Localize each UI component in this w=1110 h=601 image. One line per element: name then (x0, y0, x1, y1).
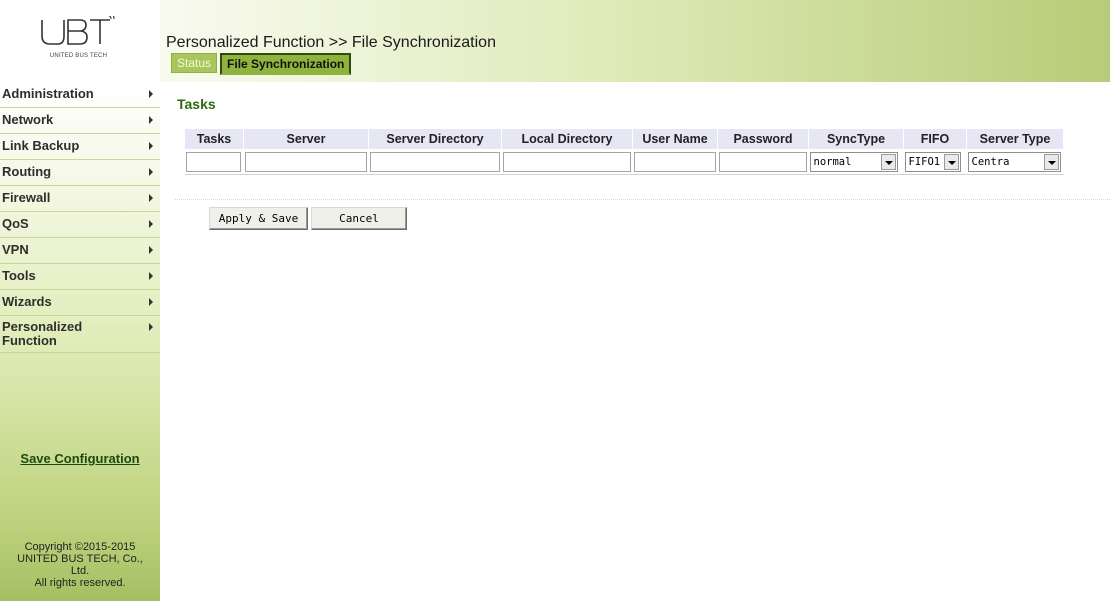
fifo-select[interactable]: FIFO1 (904, 152, 961, 172)
chevron-down-icon[interactable] (1043, 154, 1059, 170)
tasks-input[interactable] (185, 152, 241, 172)
section-title: Tasks (177, 96, 216, 112)
header-bar: UNITED BUS TECH Personalized Function >>… (0, 0, 1110, 82)
sidebar: Administration Network Link Backup Routi… (0, 82, 160, 601)
arrow-right-icon (149, 116, 153, 124)
column-header-password: Password (717, 128, 809, 150)
column-header-sync-type: SyncType (808, 128, 904, 150)
logo-subtitle: UNITED BUS TECH (49, 53, 108, 59)
table-cell: Centra (966, 149, 1064, 175)
save-configuration-link[interactable]: Save Configuration (0, 451, 160, 466)
tab-bar: Status File Synchronization (171, 53, 352, 75)
password-input[interactable] (718, 152, 807, 172)
server-directory-input[interactable] (369, 152, 500, 172)
arrow-right-icon (149, 323, 153, 331)
user-name-input[interactable] (633, 152, 716, 172)
sidebar-item-qos[interactable]: QoS (0, 212, 160, 238)
table-cell (184, 149, 244, 175)
tasks-table: Tasks Server Server Directory Local Dire… (184, 128, 1064, 175)
sidebar-item-routing[interactable]: Routing (0, 160, 160, 186)
chevron-down-icon[interactable] (880, 154, 896, 170)
sidebar-item-label: Routing (2, 164, 52, 179)
tab-status[interactable]: Status (171, 53, 218, 73)
sidebar-item-vpn[interactable]: VPN (0, 238, 160, 264)
sidebar-item-tools[interactable]: Tools (0, 264, 160, 290)
table-cell: FIFO1 (903, 149, 967, 175)
column-header-server: Server (243, 128, 369, 150)
table-cell (717, 149, 809, 175)
server-input[interactable] (244, 152, 367, 172)
arrow-right-icon (149, 246, 153, 254)
chevron-down-icon[interactable] (943, 154, 959, 170)
sidebar-item-label: QoS (2, 216, 29, 231)
table-cell (243, 149, 369, 175)
arrow-right-icon (149, 168, 153, 176)
table-cell (632, 149, 718, 175)
sidebar-item-label: Firewall (2, 190, 51, 205)
column-header-tasks: Tasks (184, 128, 244, 150)
apply-save-button[interactable]: Apply & Save (209, 207, 308, 230)
sidebar-item-network[interactable]: Network (0, 108, 160, 134)
copyright-line: UNITED BUS TECH, Co., (17, 553, 143, 565)
server-type-value: Centra (971, 156, 1010, 168)
table-cell (368, 149, 502, 175)
cancel-button[interactable]: Cancel (311, 207, 407, 230)
ubt-logo-icon (41, 16, 115, 45)
sidebar-item-label: Link Backup (2, 138, 80, 153)
table-cell (501, 149, 633, 175)
sidebar-item-label: Personalized Function (2, 319, 83, 348)
tab-file-synchronization[interactable]: File Synchronization (220, 53, 352, 75)
table-row: normal FIFO1 Centra (184, 149, 1064, 175)
sidebar-item-label: VPN (2, 242, 29, 257)
column-header-server-directory: Server Directory (368, 128, 502, 150)
copyright-line: All rights reserved. (34, 577, 126, 589)
divider (175, 199, 1110, 200)
sidebar-item-label: Administration (2, 86, 94, 101)
arrow-right-icon (149, 90, 153, 98)
fifo-value: FIFO1 (908, 156, 941, 168)
sidebar-item-link-backup[interactable]: Link Backup (0, 134, 160, 160)
copyright-line: Ltd. (70, 565, 90, 577)
sidebar-item-label: Tools (2, 268, 36, 283)
arrow-right-icon (149, 142, 153, 150)
sidebar-item-administration[interactable]: Administration (0, 82, 160, 108)
arrow-right-icon (149, 220, 153, 228)
logo: UNITED BUS TECH (0, 0, 160, 82)
arrow-right-icon (149, 194, 153, 202)
server-type-select[interactable]: Centra (967, 152, 1061, 172)
sidebar-item-personalized-function[interactable]: Personalized Function (0, 316, 160, 353)
sync-type-select[interactable]: normal (809, 152, 898, 172)
arrow-right-icon (149, 272, 153, 280)
sidebar-nav: Administration Network Link Backup Routi… (0, 82, 160, 353)
sidebar-item-label: Network (2, 112, 54, 127)
column-header-server-type: Server Type (966, 128, 1064, 150)
column-header-user-name: User Name (632, 128, 718, 150)
table-cell: normal (808, 149, 904, 175)
copyright: Copyright ©2015-2015 UNITED BUS TECH, Co… (0, 541, 160, 589)
sidebar-item-wizards[interactable]: Wizards (0, 290, 160, 316)
arrow-right-icon (149, 298, 153, 306)
local-directory-input[interactable] (502, 152, 631, 172)
sidebar-item-firewall[interactable]: Firewall (0, 186, 160, 212)
column-header-fifo: FIFO (903, 128, 967, 150)
column-header-local-directory: Local Directory (501, 128, 633, 150)
sidebar-item-label: Wizards (2, 294, 52, 309)
sync-type-value: normal (813, 156, 852, 168)
table-header-row: Tasks Server Server Directory Local Dire… (184, 128, 1064, 150)
copyright-line: Copyright ©2015-2015 (24, 541, 136, 553)
page-title: Personalized Function >> File Synchroniz… (166, 34, 496, 51)
